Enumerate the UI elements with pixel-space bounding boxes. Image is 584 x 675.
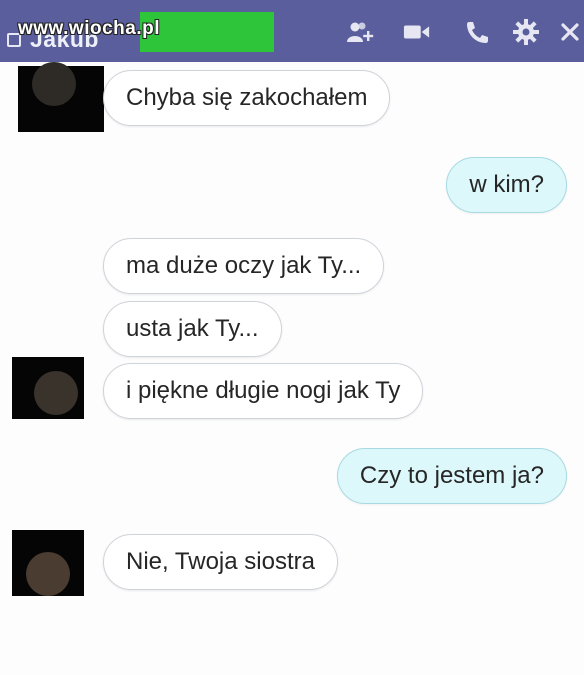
add-person-button[interactable] [346, 18, 374, 46]
video-call-button[interactable] [403, 18, 431, 46]
close-icon [561, 23, 579, 41]
close-button[interactable] [556, 18, 584, 46]
redaction-block [140, 12, 274, 52]
message-text: Chyba się zakochałem [126, 84, 368, 111]
avatar [18, 62, 104, 132]
add-person-icon [347, 22, 374, 42]
gear-icon [513, 19, 539, 45]
video-call-icon [403, 25, 430, 39]
message-bubble-incoming: i piękne długie nogi jak Ty [103, 363, 424, 419]
message-text: w kim? [469, 171, 544, 198]
message-bubble-incoming: Nie, Twoja siostra [103, 534, 338, 590]
message-bubble-outgoing: Czy to jestem ja? [336, 448, 567, 504]
phone-icon [467, 22, 488, 43]
phone-button[interactable] [463, 18, 491, 46]
message-text: usta jak Ty... [126, 315, 259, 342]
message-list: Chyba się zakochałem w kim? ma duże oczy… [0, 62, 584, 675]
message-text: Czy to jestem ja? [359, 462, 544, 489]
chat-header: Jakub www.wiocha.pl [0, 0, 584, 62]
avatar [12, 530, 84, 596]
message-bubble-incoming: ma duże oczy jak Ty... [103, 238, 385, 294]
settings-button[interactable] [512, 18, 540, 46]
watermark-text: www.wiocha.pl [18, 18, 160, 39]
message-text: Nie, Twoja siostra [126, 548, 315, 575]
message-text: i piękne długie nogi jak Ty [126, 377, 401, 404]
avatar [12, 357, 84, 419]
message-bubble-outgoing: w kim? [446, 157, 567, 213]
message-text: ma duże oczy jak Ty... [126, 252, 362, 279]
message-bubble-incoming: usta jak Ty... [103, 301, 282, 357]
message-bubble-incoming: Chyba się zakochałem [103, 70, 391, 126]
